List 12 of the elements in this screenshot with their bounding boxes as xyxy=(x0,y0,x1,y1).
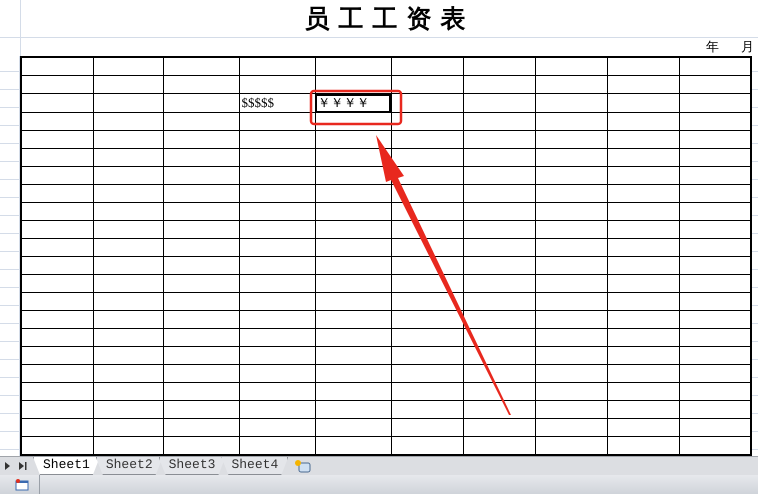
sheet-tab[interactable]: Sheet2 xyxy=(96,457,163,475)
new-sheet-icon[interactable] xyxy=(294,459,312,473)
date-label: 年 xyxy=(706,39,719,56)
table-cell[interactable]: ￥￥￥￥ xyxy=(315,94,391,112)
sheet-view-icon[interactable] xyxy=(15,478,29,490)
last-sheet-icon[interactable] xyxy=(18,461,27,471)
next-sheet-icon[interactable] xyxy=(3,461,12,471)
sheet-title: 员工工资表 xyxy=(304,3,474,35)
sheet-tab[interactable]: Sheet3 xyxy=(158,457,226,475)
date-label: 月 xyxy=(741,39,754,56)
sheet-tab[interactable]: Sheet4 xyxy=(221,457,288,475)
sheet-tab[interactable]: Sheet1 xyxy=(33,457,100,475)
